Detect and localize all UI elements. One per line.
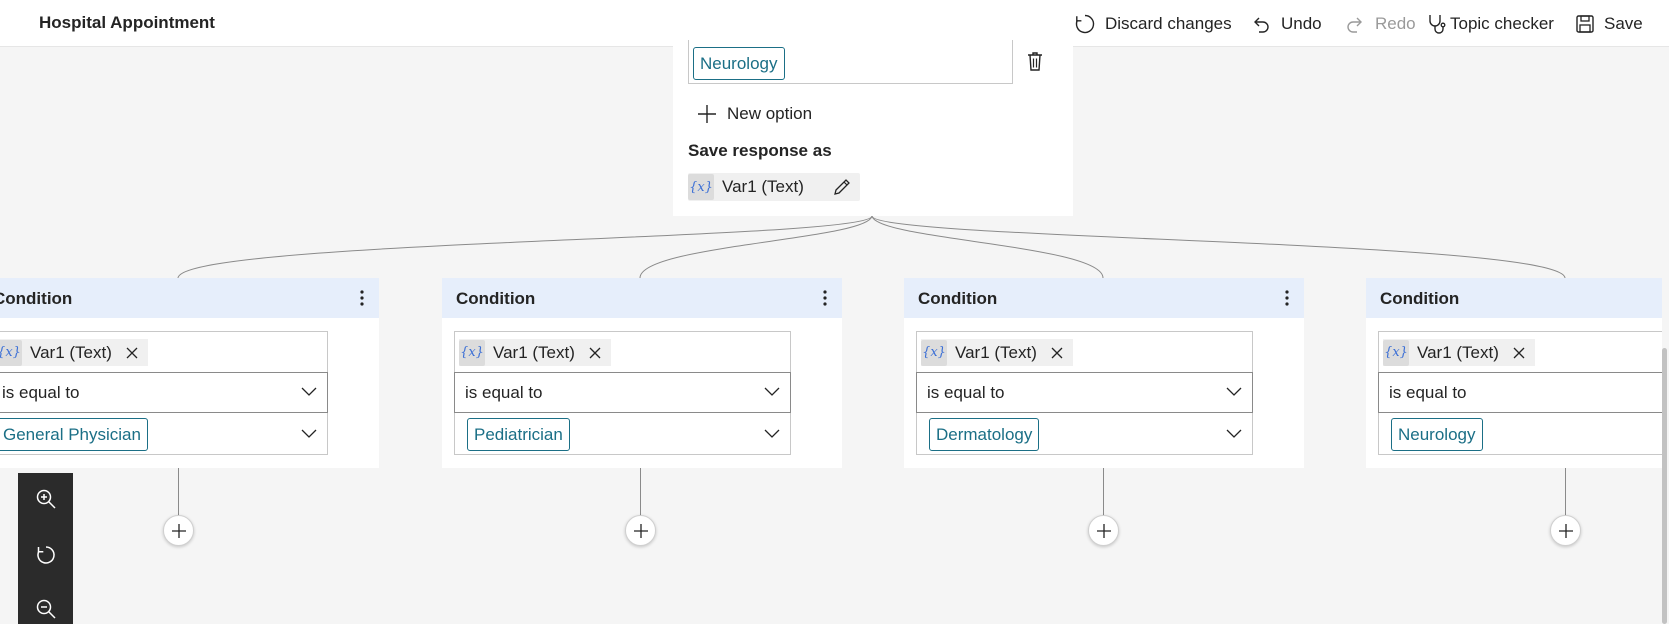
value-dropdown[interactable]: Dermatology — [917, 413, 1252, 455]
variable-name: Var1 (Text) — [30, 342, 112, 362]
zoom-toolbar — [18, 473, 73, 624]
save-response-label: Save response as — [688, 141, 832, 160]
condition-expression: {x} Var1 (Text) is equal to Neurology — [1378, 331, 1662, 455]
vertical-scrollbar[interactable] — [1662, 348, 1667, 624]
plus-icon — [171, 523, 186, 538]
value-chip[interactable]: Pediatrician — [467, 418, 570, 451]
condition-header: Condition — [0, 278, 379, 318]
condition-title: Condition — [0, 289, 73, 308]
branch-stem — [178, 468, 179, 516]
chevron-down-icon — [1226, 429, 1242, 438]
variable-icon: {x} — [688, 174, 714, 200]
add-node-button[interactable] — [163, 515, 194, 546]
chevron-down-icon — [1226, 387, 1242, 396]
more-options-icon[interactable] — [822, 288, 828, 308]
option-chip[interactable]: Neurology — [693, 47, 785, 80]
add-node-button[interactable] — [1550, 515, 1581, 546]
condition-expression: {x} Var1 (Text) is equal to General Phys… — [0, 331, 328, 455]
value-dropdown[interactable]: Neurology — [1379, 413, 1662, 455]
more-options-icon[interactable] — [359, 288, 365, 308]
branch-stem — [1103, 468, 1104, 516]
more-options-icon[interactable] — [1284, 288, 1290, 308]
condition-expression: {x} Var1 (Text) is equal to Pediatrician — [454, 331, 791, 455]
condition-card[interactable]: Condition {x} Var1 (Text) is equal to Pe… — [442, 278, 842, 468]
condition-expression: {x} Var1 (Text) is equal to Dermatology — [916, 331, 1253, 455]
remove-variable-icon[interactable] — [126, 347, 138, 359]
operator-dropdown[interactable]: is equal to — [1378, 372, 1662, 413]
value-dropdown[interactable]: Pediatrician — [455, 413, 790, 455]
operator-value: is equal to — [927, 383, 1005, 402]
edit-pencil-icon[interactable] — [832, 177, 852, 197]
new-option-button[interactable]: New option — [697, 100, 812, 128]
remove-variable-icon[interactable] — [1051, 347, 1063, 359]
question-node: Neurology New option Save response as {x… — [673, 40, 1073, 216]
operator-dropdown[interactable]: is equal to — [0, 372, 328, 413]
condition-title: Condition — [918, 289, 998, 308]
variable-icon: {x} — [459, 339, 485, 366]
operator-dropdown[interactable]: is equal to — [454, 372, 791, 413]
operator-value: is equal to — [1389, 383, 1467, 402]
zoom-in-icon — [36, 489, 56, 509]
variable-icon: {x} — [921, 339, 947, 366]
new-option-label: New option — [727, 104, 813, 123]
variable-name: Var1 (Text) — [722, 177, 804, 196]
zoom-out-icon — [36, 599, 56, 619]
save-response-variable[interactable]: {x} Var1 (Text) — [688, 173, 860, 201]
option-field[interactable]: Neurology — [688, 40, 1013, 84]
reset-view-icon — [37, 546, 55, 564]
delete-option-button[interactable] — [1025, 50, 1045, 77]
plus-icon — [633, 523, 648, 538]
add-node-button[interactable] — [625, 515, 656, 546]
variable-icon: {x} — [1383, 339, 1409, 366]
condition-card[interactable]: Condition {x} Var1 (Text) is equal to De… — [904, 278, 1304, 468]
condition-header: Condition — [1366, 278, 1662, 318]
plus-icon — [1558, 523, 1573, 538]
branch-stem — [1565, 468, 1566, 516]
condition-card[interactable]: Condition {x} Var1 (Text) is equal to Ge… — [0, 278, 379, 468]
zoom-out-button[interactable] — [32, 595, 60, 623]
chevron-down-icon — [764, 429, 780, 438]
condition-title: Condition — [1380, 289, 1460, 308]
variable-name: Var1 (Text) — [955, 342, 1037, 362]
condition-variable-tag[interactable]: {x} Var1 (Text) — [0, 339, 148, 366]
condition-variable-tag[interactable]: {x} Var1 (Text) — [1383, 339, 1535, 366]
operator-value: is equal to — [2, 383, 80, 402]
condition-variable-row[interactable]: {x} Var1 (Text) — [1379, 332, 1662, 372]
chevron-down-icon — [301, 429, 317, 438]
condition-header: Condition — [904, 278, 1304, 318]
operator-value: is equal to — [465, 383, 543, 402]
add-node-button[interactable] — [1088, 515, 1119, 546]
branch-stem — [640, 468, 641, 516]
value-chip[interactable]: Dermatology — [929, 418, 1040, 451]
value-chip[interactable]: Neurology — [1391, 418, 1483, 451]
remove-variable-icon[interactable] — [1513, 347, 1525, 359]
chevron-down-icon — [764, 387, 780, 396]
condition-variable-tag[interactable]: {x} Var1 (Text) — [459, 339, 611, 366]
value-chip[interactable]: General Physician — [0, 418, 148, 451]
operator-dropdown[interactable]: is equal to — [916, 372, 1253, 413]
condition-variable-row[interactable]: {x} Var1 (Text) — [917, 332, 1252, 372]
value-dropdown[interactable]: General Physician — [0, 413, 327, 455]
reset-view-button[interactable] — [32, 541, 60, 569]
condition-variable-row[interactable]: {x} Var1 (Text) — [455, 332, 790, 372]
condition-variable-row[interactable]: {x} Var1 (Text) — [0, 332, 327, 372]
variable-name: Var1 (Text) — [493, 342, 575, 362]
variable-icon: {x} — [0, 339, 22, 366]
condition-header: Condition — [442, 278, 842, 318]
condition-card[interactable]: Condition {x} Var1 (Text) is equal to Ne… — [1366, 278, 1662, 468]
plus-icon — [698, 105, 716, 123]
remove-variable-icon[interactable] — [589, 347, 601, 359]
zoom-in-button[interactable] — [32, 485, 60, 513]
variable-name: Var1 (Text) — [1417, 342, 1499, 362]
trash-icon — [1028, 52, 1042, 71]
chevron-down-icon — [301, 387, 317, 396]
condition-title: Condition — [456, 289, 536, 308]
plus-icon — [1096, 523, 1111, 538]
condition-variable-tag[interactable]: {x} Var1 (Text) — [921, 339, 1073, 366]
